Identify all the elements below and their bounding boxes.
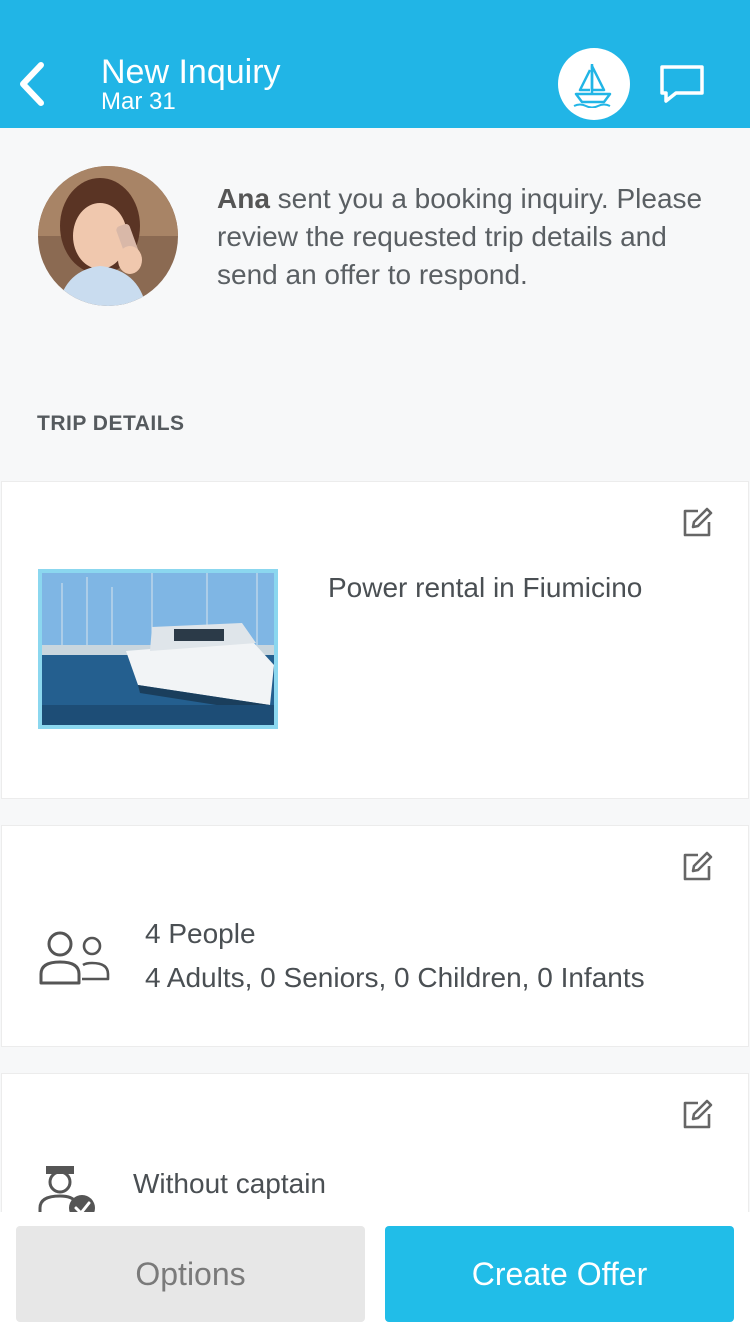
people-card: 4 People 4 Adults, 0 Seniors, 0 Children…	[1, 825, 749, 1047]
chevron-left-icon	[20, 62, 44, 106]
page-title: New Inquiry	[101, 53, 281, 91]
people-breakdown: 4 Adults, 0 Seniors, 0 Children, 0 Infan…	[145, 962, 645, 993]
people-count: 4 People	[145, 918, 256, 949]
messages-button[interactable]	[656, 60, 708, 108]
inquiry-message: Ana sent you a booking inquiry. Please r…	[217, 180, 717, 294]
inquiry-date: Mar 31	[101, 88, 176, 115]
edit-icon	[683, 507, 713, 537]
top-app-bar: New Inquiry Mar 31	[0, 0, 750, 128]
edit-trip-button[interactable]	[680, 506, 714, 540]
trip-card: Power rental in Fiumicino	[1, 481, 749, 799]
sender-name: Ana	[217, 183, 270, 214]
options-button[interactable]: Options	[16, 1226, 365, 1322]
edit-captain-button[interactable]	[680, 1098, 714, 1132]
bottom-action-bar: Options Create Offer	[0, 1212, 750, 1334]
avatar	[38, 166, 178, 306]
trip-title: Power rental in Fiumicino	[328, 572, 643, 603]
edit-icon	[683, 1099, 713, 1129]
create-offer-button[interactable]: Create Offer	[385, 1226, 734, 1322]
people-icon	[39, 931, 110, 985]
sailboat-icon	[573, 64, 612, 108]
boat-button[interactable]	[558, 48, 630, 120]
boat-photo	[38, 569, 278, 729]
captain-option: Without captain	[133, 1168, 326, 1199]
edit-people-button[interactable]	[680, 850, 714, 884]
inquiry-message-text: sent you a booking inquiry. Please revie…	[217, 183, 703, 290]
chat-bubble-icon	[660, 65, 704, 103]
edit-icon	[683, 851, 713, 881]
back-button[interactable]	[12, 56, 52, 112]
section-label: TRIP DETAILS	[37, 412, 185, 435]
